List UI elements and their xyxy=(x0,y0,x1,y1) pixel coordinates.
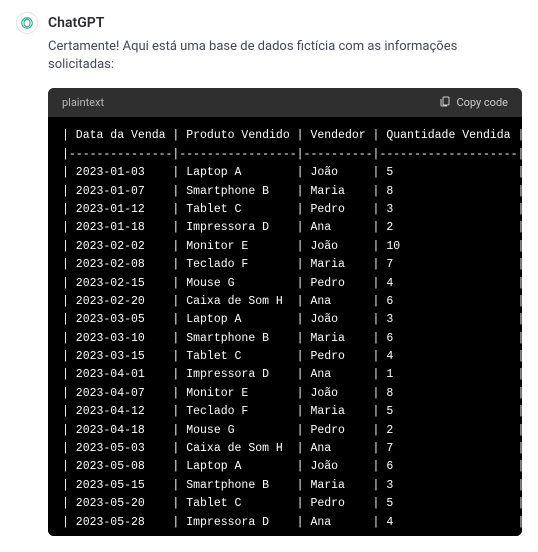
copy-code-button[interactable]: Copy code xyxy=(439,95,508,110)
chatgpt-logo-icon xyxy=(16,12,38,34)
clipboard-icon xyxy=(439,95,451,110)
intro-text: Certamente! Aqui está uma base de dados … xyxy=(48,38,522,74)
code-block-header: plaintext Copy code xyxy=(48,88,522,117)
brand-name: ChatGPT xyxy=(48,15,104,31)
copy-code-label: Copy code xyxy=(456,96,508,109)
code-block: plaintext Copy code | Data da Venda | Pr… xyxy=(48,88,522,536)
message-header: ChatGPT xyxy=(16,12,522,34)
language-label: plaintext xyxy=(62,96,104,109)
code-body: | Data da Venda | Produto Vendido | Vend… xyxy=(48,117,522,536)
